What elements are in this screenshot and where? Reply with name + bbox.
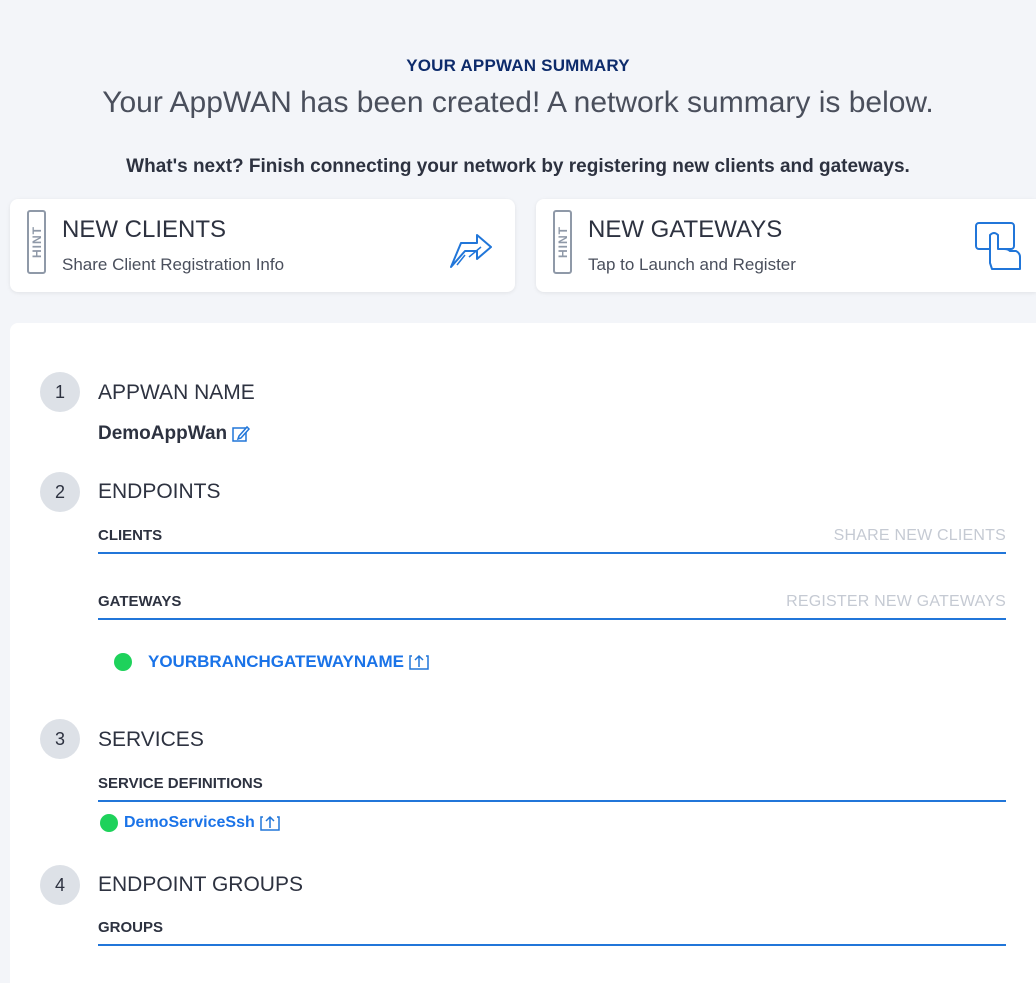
next-steps-text: What's next? Finish connecting your netw… xyxy=(126,156,910,177)
service-definitions-label: SERVICE DEFINITIONS xyxy=(98,775,263,792)
groups-section: GROUPS xyxy=(98,919,1006,946)
new-gateways-hint-card[interactable]: HINT NEW GATEWAYS Tap to Launch and Regi… xyxy=(536,199,1036,292)
step-number: 1 xyxy=(40,372,80,412)
hint-title: NEW GATEWAYS xyxy=(588,216,783,243)
gateways-label: GATEWAYS xyxy=(98,593,182,610)
step-number: 4 xyxy=(40,865,80,905)
edit-icon[interactable] xyxy=(231,424,251,444)
hint-subtitle: Share Client Registration Info xyxy=(62,255,285,274)
gateway-item[interactable]: YOURBRANCHGATEWAYNAME xyxy=(114,652,430,672)
step-title-services: SERVICES xyxy=(98,728,204,751)
gateways-section: GATEWAYS REGISTER NEW GATEWAYS xyxy=(98,593,1006,620)
appwan-name-value: DemoAppWan xyxy=(98,423,228,444)
appwan-name-row: DemoAppWan xyxy=(98,423,251,445)
step-title-appwan-name: APPWAN NAME xyxy=(98,381,255,404)
tap-hand-icon xyxy=(975,222,1021,270)
hint-title: NEW CLIENTS xyxy=(62,216,227,243)
step-number: 3 xyxy=(40,719,80,759)
open-external-icon[interactable] xyxy=(259,814,281,832)
register-new-gateways-link[interactable]: REGISTER NEW GATEWAYS xyxy=(786,593,1006,611)
status-online-dot xyxy=(100,814,118,832)
service-name-link[interactable]: DemoServiceSsh xyxy=(124,814,255,832)
summary-heading: YOUR APPWAN SUMMARY xyxy=(406,56,630,75)
step-title-endpoints: ENDPOINTS xyxy=(98,480,221,503)
service-item[interactable]: DemoServiceSsh xyxy=(100,814,281,832)
service-definitions-section: SERVICE DEFINITIONS xyxy=(98,775,1006,802)
status-online-dot xyxy=(114,653,132,671)
share-new-clients-link[interactable]: SHARE NEW CLIENTS xyxy=(834,527,1006,545)
groups-label: GROUPS xyxy=(98,919,164,936)
hint-badge: HINT xyxy=(553,210,572,274)
clients-section: CLIENTS SHARE NEW CLIENTS xyxy=(98,527,1006,554)
appwan-summary-panel: 1 APPWAN NAME DemoAppWan 2 ENDPOINTS CLI… xyxy=(10,323,1036,983)
hint-badge: HINT xyxy=(27,210,46,274)
open-external-icon[interactable] xyxy=(408,653,430,671)
new-clients-hint-card[interactable]: HINT NEW CLIENTS Share Client Registrati… xyxy=(10,199,515,292)
step-title-endpoint-groups: ENDPOINT GROUPS xyxy=(98,873,303,896)
hint-subtitle: Tap to Launch and Register xyxy=(588,255,796,274)
gateway-name-link[interactable]: YOURBRANCHGATEWAYNAME xyxy=(148,652,404,672)
clients-label: CLIENTS xyxy=(98,527,163,544)
share-arrow-icon xyxy=(450,234,492,268)
step-number: 2 xyxy=(40,472,80,512)
summary-subtitle: Your AppWAN has been created! A network … xyxy=(102,86,934,119)
